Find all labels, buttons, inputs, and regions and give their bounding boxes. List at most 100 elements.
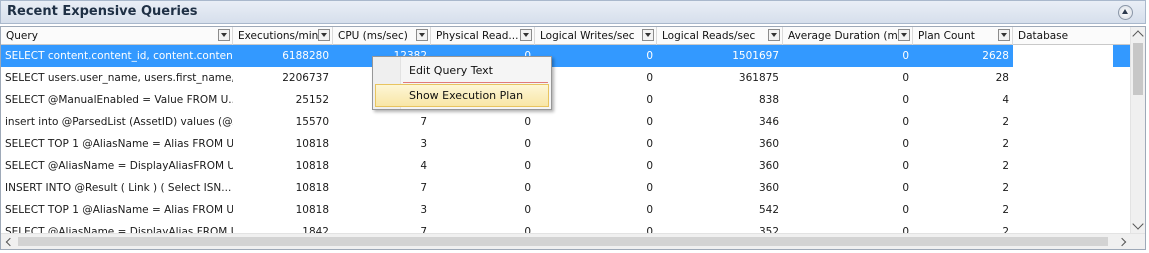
cell-average-duration-ms: 0: [902, 116, 909, 128]
cell-logical-reads-sec: 360: [758, 138, 779, 150]
cell-executions-per-min: 10818: [295, 160, 329, 172]
chevron-right-icon: [1117, 237, 1127, 247]
cell-logical-reads-sec: 1501697: [732, 50, 779, 62]
chevron-down-icon[interactable]: [768, 29, 780, 41]
chevron-down-icon[interactable]: [998, 29, 1010, 41]
cell-database: [1013, 111, 1113, 133]
cell-cpu-ms-sec: 7: [420, 182, 427, 194]
panel-title: Recent Expensive Queries: [7, 4, 198, 19]
cell-database: [1013, 199, 1113, 221]
column-header-plan-count[interactable]: Plan Count: [913, 27, 1013, 45]
column-header-label: Logical Reads/sec: [662, 30, 756, 42]
menu-separator: [403, 82, 548, 83]
cell-logical-writes-sec: 0: [646, 182, 653, 194]
column-header-logical-writes-sec[interactable]: Logical Writes/sec: [535, 27, 657, 45]
column-header-cpu-ms-sec[interactable]: CPU (ms/sec): [333, 27, 431, 45]
cell-logical-writes-sec: 0: [646, 72, 653, 84]
table-row[interactable]: INSERT INTO @Result ( Link ) ( Select IS…: [1, 177, 1131, 199]
chevron-down-icon[interactable]: [898, 29, 910, 41]
cell-physical-reads: 0: [524, 116, 531, 128]
chevron-down-icon[interactable]: [318, 29, 330, 41]
cell-executions-per-min: 6188280: [282, 50, 329, 62]
cell-cpu-ms-sec: 4: [420, 160, 427, 172]
cell-logical-writes-sec: 0: [646, 160, 653, 172]
cell-plan-count: 2: [1002, 138, 1009, 150]
grid-header: Query Executions/min CPU (ms/sec) Physical …: [1, 27, 1131, 45]
cell-average-duration-ms: 0: [902, 50, 909, 62]
column-header-label: Physical Read...: [436, 30, 519, 42]
horizontal-scroll-thumb[interactable]: [18, 237, 1108, 246]
cell-logical-reads-sec: 360: [758, 160, 779, 172]
cell-cpu-ms-sec: 7: [420, 116, 427, 128]
table-row[interactable]: SELECT users.user_name, users.first_name…: [1, 67, 1131, 89]
cell-physical-reads: 0: [524, 204, 531, 216]
cell-logical-reads-sec: 838: [758, 94, 779, 106]
chevron-up-icon: [1132, 30, 1144, 42]
cell-physical-reads: 0: [524, 138, 531, 150]
column-header-label: Query: [6, 30, 38, 42]
cell-logical-writes-sec: 0: [646, 204, 653, 216]
cell-executions-per-min: 10818: [295, 182, 329, 194]
cell-physical-reads: 0: [524, 182, 531, 194]
table-row[interactable]: insert into @ParsedList (AssetID) values…: [1, 111, 1131, 133]
column-header-label: Plan Count: [918, 30, 975, 42]
scroll-up-button[interactable]: [1131, 27, 1145, 42]
cell-query: SELECT TOP 1 @AliasName = Alias FROM Url…: [5, 204, 233, 216]
cell-plan-count: 2: [1002, 116, 1009, 128]
cell-plan-count: 2: [1002, 182, 1009, 194]
vertical-scrollbar[interactable]: [1130, 27, 1145, 233]
cell-executions-per-min: 10818: [295, 204, 329, 216]
cell-executions-per-min: 2206737: [282, 72, 329, 84]
cell-average-duration-ms: 0: [902, 182, 909, 194]
menu-item-show-execution-plan[interactable]: Show Execution Plan: [375, 84, 549, 107]
column-header-query[interactable]: Query: [1, 27, 233, 45]
cell-logical-writes-sec: 0: [646, 116, 653, 128]
scroll-down-button[interactable]: [1131, 218, 1145, 233]
panel-header: Recent Expensive Queries: [0, 0, 1146, 24]
column-header-label: Average Duration (ms): [788, 30, 908, 42]
cell-average-duration-ms: 0: [902, 72, 909, 84]
cell-cpu-ms-sec: 3: [420, 204, 427, 216]
column-header-label: CPU (ms/sec): [338, 30, 408, 42]
column-header-database[interactable]: Database: [1013, 27, 1131, 45]
table-row[interactable]: SELECT @AliasName = DisplayAliasFROM Url…: [1, 155, 1131, 177]
chevron-down-icon[interactable]: [416, 29, 428, 41]
collapse-up-icon[interactable]: [1118, 5, 1133, 20]
column-header-label: Database: [1018, 30, 1069, 42]
column-header-average-duration-ms[interactable]: Average Duration (ms): [783, 27, 913, 45]
cell-logical-writes-sec: 0: [646, 50, 653, 62]
cell-database: [1013, 155, 1113, 177]
vertical-scroll-thumb[interactable]: [1133, 43, 1143, 95]
table-row[interactable]: SELECT TOP 1 @AliasName = Alias FROM Url…: [1, 199, 1131, 221]
table-row[interactable]: SELECT TOP 1 @AliasName = Alias FROM Url…: [1, 133, 1131, 155]
cell-average-duration-ms: 0: [902, 160, 909, 172]
cell-query: SELECT users.user_name, users.first_name…: [5, 72, 233, 84]
scroll-right-button[interactable]: [1116, 234, 1131, 249]
horizontal-scrollbar[interactable]: [1, 233, 1145, 249]
cell-plan-count: 2: [1002, 160, 1009, 172]
cell-executions-per-min: 25152: [295, 94, 329, 106]
chevron-down-icon: [1132, 218, 1144, 230]
cell-plan-count: 28: [995, 72, 1009, 84]
menu-item-edit-query-text[interactable]: Edit Query Text: [375, 59, 549, 82]
chevron-down-icon[interactable]: [218, 29, 230, 41]
chevron-down-icon[interactable]: [642, 29, 654, 41]
scroll-left-button[interactable]: [1, 234, 16, 249]
column-header-physical-reads[interactable]: Physical Read...: [431, 27, 535, 45]
cell-logical-writes-sec: 0: [646, 94, 653, 106]
table-row[interactable]: SELECT content.content_id, content.conte…: [1, 45, 1131, 67]
recent-expensive-queries-panel: Recent Expensive Queries Query Executions…: [0, 0, 1149, 253]
context-menu: Edit Query Text Show Execution Plan: [372, 56, 552, 110]
cell-average-duration-ms: 0: [902, 204, 909, 216]
queries-grid: Query Executions/min CPU (ms/sec) Physical …: [0, 26, 1146, 250]
column-header-logical-reads-sec[interactable]: Logical Reads/sec: [657, 27, 783, 45]
cell-query: SELECT @AliasName = DisplayAliasFROM Url…: [5, 160, 233, 172]
chevron-down-icon[interactable]: [520, 29, 532, 41]
cell-logical-reads-sec: 542: [758, 204, 779, 216]
chevron-left-icon: [5, 237, 15, 247]
table-row[interactable]: SELECT @ManualEnabled = Value FROM U... 2…: [1, 89, 1131, 111]
cell-database: [1013, 89, 1113, 111]
cell-database: [1013, 177, 1113, 199]
grid-rows: SELECT content.content_id, content.conte…: [1, 45, 1131, 243]
column-header-executions-per-min[interactable]: Executions/min: [233, 27, 333, 45]
